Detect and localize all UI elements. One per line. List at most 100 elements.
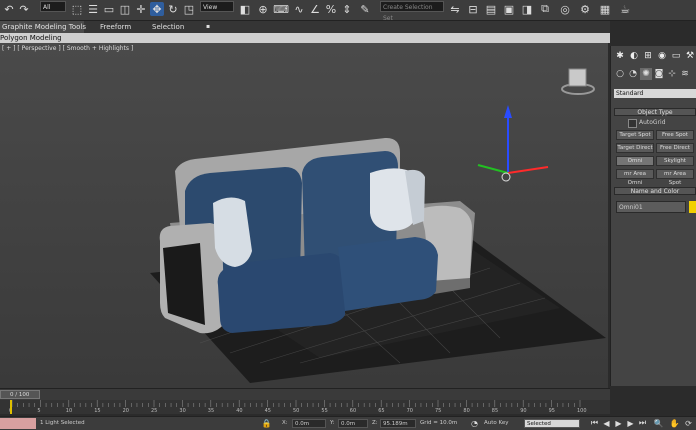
current-frame-marker (10, 400, 12, 414)
track-ticks (11, 400, 581, 407)
maxscript-listener[interactable] (0, 418, 36, 429)
material-editor-icon[interactable]: ◎ (558, 2, 572, 16)
spinner-snap-icon[interactable]: ⇕ (340, 2, 354, 16)
mr-area-spot-button[interactable]: mr Area Spot (656, 169, 694, 186)
time-tag-icon[interactable]: ◔ (470, 418, 479, 428)
selection-lock-icon[interactable]: 🔒 (262, 418, 272, 428)
render-setup-icon[interactable]: ⚙ (578, 2, 592, 16)
layer-manager-icon[interactable]: ▤ (484, 2, 498, 16)
x-coordinate-field[interactable]: 0.0m (292, 419, 326, 428)
category-dropdown[interactable]: Standard (614, 89, 696, 98)
named-selection-input[interactable]: Create Selection Set (380, 1, 444, 22)
next-frame-icon[interactable]: ▶ (626, 418, 635, 428)
omni-button[interactable]: Omni (616, 156, 654, 166)
tick-label: 65 (378, 408, 385, 414)
tick-label: 25 (151, 408, 158, 414)
free-spot-button[interactable]: Free Spot (656, 130, 694, 140)
panel-polygon-modeling[interactable]: Polygon Modeling (0, 34, 62, 42)
create-tab-icon[interactable]: ✱ (614, 50, 626, 62)
object-name-field[interactable]: Omni01 (616, 201, 686, 213)
tick-label: 5 (37, 408, 41, 414)
tick-label: 30 (179, 408, 186, 414)
object-color-swatch[interactable] (689, 201, 696, 213)
rect-selection-icon[interactable]: ▭ (102, 2, 116, 16)
zoom-icon[interactable]: 🔍 (654, 418, 664, 428)
ribbon-options-icon[interactable]: ▪ (206, 21, 210, 33)
selection-filter-dropdown[interactable]: All (40, 1, 66, 12)
status-bar: 1 Light Selected 🔒 X: 0.0m Y: 0.0m Z: 95… (0, 416, 696, 430)
perspective-viewport[interactable]: [ + ] [ Perspective ] [ Smooth + Highlig… (0, 43, 608, 388)
align-icon[interactable]: ⊟ (466, 2, 480, 16)
prev-frame-icon[interactable]: ◀ (602, 418, 611, 428)
free-direct-button[interactable]: Free Direct (656, 143, 694, 153)
helpers-icon[interactable]: ⊹ (666, 68, 678, 80)
select-manipulate-icon[interactable]: ⊕ (256, 2, 270, 16)
tick-label: 75 (435, 408, 442, 414)
mr-area-omni-button[interactable]: mr Area Omni (616, 169, 654, 186)
angle-snap-icon[interactable]: ∠ (308, 2, 322, 16)
tab-freeform[interactable]: Freeform (100, 21, 131, 33)
schematic-view-icon[interactable]: ⧉ (538, 2, 552, 16)
name-and-color-rollout[interactable]: Name and Color (614, 187, 696, 195)
tick-label: 100 (577, 408, 587, 414)
percent-snap-icon[interactable]: % (324, 2, 338, 16)
lights-icon[interactable]: ✺ (640, 68, 652, 80)
orbit-icon[interactable]: ⟳ (684, 418, 693, 428)
z-label: Z: (372, 420, 378, 426)
curve-editor-icon[interactable]: ◨ (520, 2, 534, 16)
display-tab-icon[interactable]: ▭ (670, 50, 682, 62)
render-production-icon[interactable]: ☕ (618, 2, 632, 16)
spacewarps-icon[interactable]: ≋ (679, 68, 691, 80)
motion-tab-icon[interactable]: ◉ (656, 50, 668, 62)
tick-label: 50 (293, 408, 300, 414)
select-object-icon[interactable]: ⬚ (70, 2, 84, 16)
move-icon[interactable]: ✥ (150, 2, 164, 16)
main-toolbar: ↶ ↷ All ⬚ ☰ ▭ ◫ ✛ ✥ ↻ ◳ View ◧ ⊕ ⌨ ∿ ∠ %… (0, 0, 696, 22)
tick-label: 10 (65, 408, 73, 414)
shapes-icon[interactable]: ◔ (627, 68, 639, 80)
autogrid-label: AutoGrid (639, 119, 666, 126)
window-crossing-icon[interactable]: ◫ (118, 2, 132, 16)
scene-render (150, 68, 606, 383)
go-to-end-icon[interactable]: ⏭ (638, 418, 647, 428)
go-to-start-icon[interactable]: ⏮ (590, 418, 599, 428)
mirror-icon[interactable]: ⇋ (448, 2, 462, 16)
skylight-button[interactable]: Skylight (656, 156, 694, 166)
tab-graphite-modeling-tools[interactable]: Graphite Modeling Tools (2, 21, 86, 33)
target-direct-button[interactable]: Target Direct (616, 143, 654, 153)
select-by-name-icon[interactable]: ☰ (86, 2, 100, 16)
graphite-toggle-icon[interactable]: ▣ (502, 2, 516, 16)
reference-coordinate-dropdown[interactable]: View (200, 1, 234, 12)
time-slider-thumb[interactable]: 0 / 100 (0, 390, 40, 399)
edit-named-selection-icon[interactable]: ✎ (358, 2, 372, 16)
play-icon[interactable]: ▶ (614, 418, 623, 428)
undo-icon[interactable]: ↶ (2, 2, 16, 16)
tick-label: 95 (548, 408, 555, 414)
geometry-icon[interactable]: ○ (614, 68, 626, 80)
keyboard-shortcut-icon[interactable]: ⌨ (273, 2, 289, 16)
scale-icon[interactable]: ◳ (182, 2, 196, 16)
modify-tab-icon[interactable]: ◐ (628, 50, 640, 62)
autogrid-checkbox[interactable] (628, 119, 637, 128)
object-type-rollout[interactable]: Object Type (614, 108, 696, 116)
pivot-icon[interactable]: ◧ (238, 2, 252, 16)
time-slider[interactable]: 0 / 100 (0, 388, 610, 400)
pan-icon[interactable]: ✋ (670, 418, 680, 428)
track-bar[interactable]: 0510152025303540455055606570758085909510… (0, 400, 610, 414)
redo-icon[interactable]: ↷ (17, 2, 31, 16)
tick-label: 55 (321, 408, 328, 414)
select-move-icon[interactable]: ✛ (134, 2, 148, 16)
rotate-icon[interactable]: ↻ (166, 2, 180, 16)
hierarchy-tab-icon[interactable]: ⊞ (642, 50, 654, 62)
light-gizmo (477, 105, 549, 182)
target-spot-button[interactable]: Target Spot (616, 130, 654, 140)
snaps-toggle-icon[interactable]: ∿ (292, 2, 306, 16)
auto-key-button[interactable]: Auto Key (484, 420, 509, 426)
cameras-icon[interactable]: ◙ (653, 68, 665, 80)
utilities-tab-icon[interactable]: ⚒ (684, 50, 696, 62)
key-mode-dropdown[interactable]: Selected (524, 419, 580, 428)
rendered-frame-icon[interactable]: ▦ (598, 2, 612, 16)
tab-selection[interactable]: Selection (152, 21, 184, 33)
y-coordinate-field[interactable]: 0.0m (338, 419, 368, 428)
z-coordinate-field[interactable]: 95.189m (380, 419, 416, 428)
